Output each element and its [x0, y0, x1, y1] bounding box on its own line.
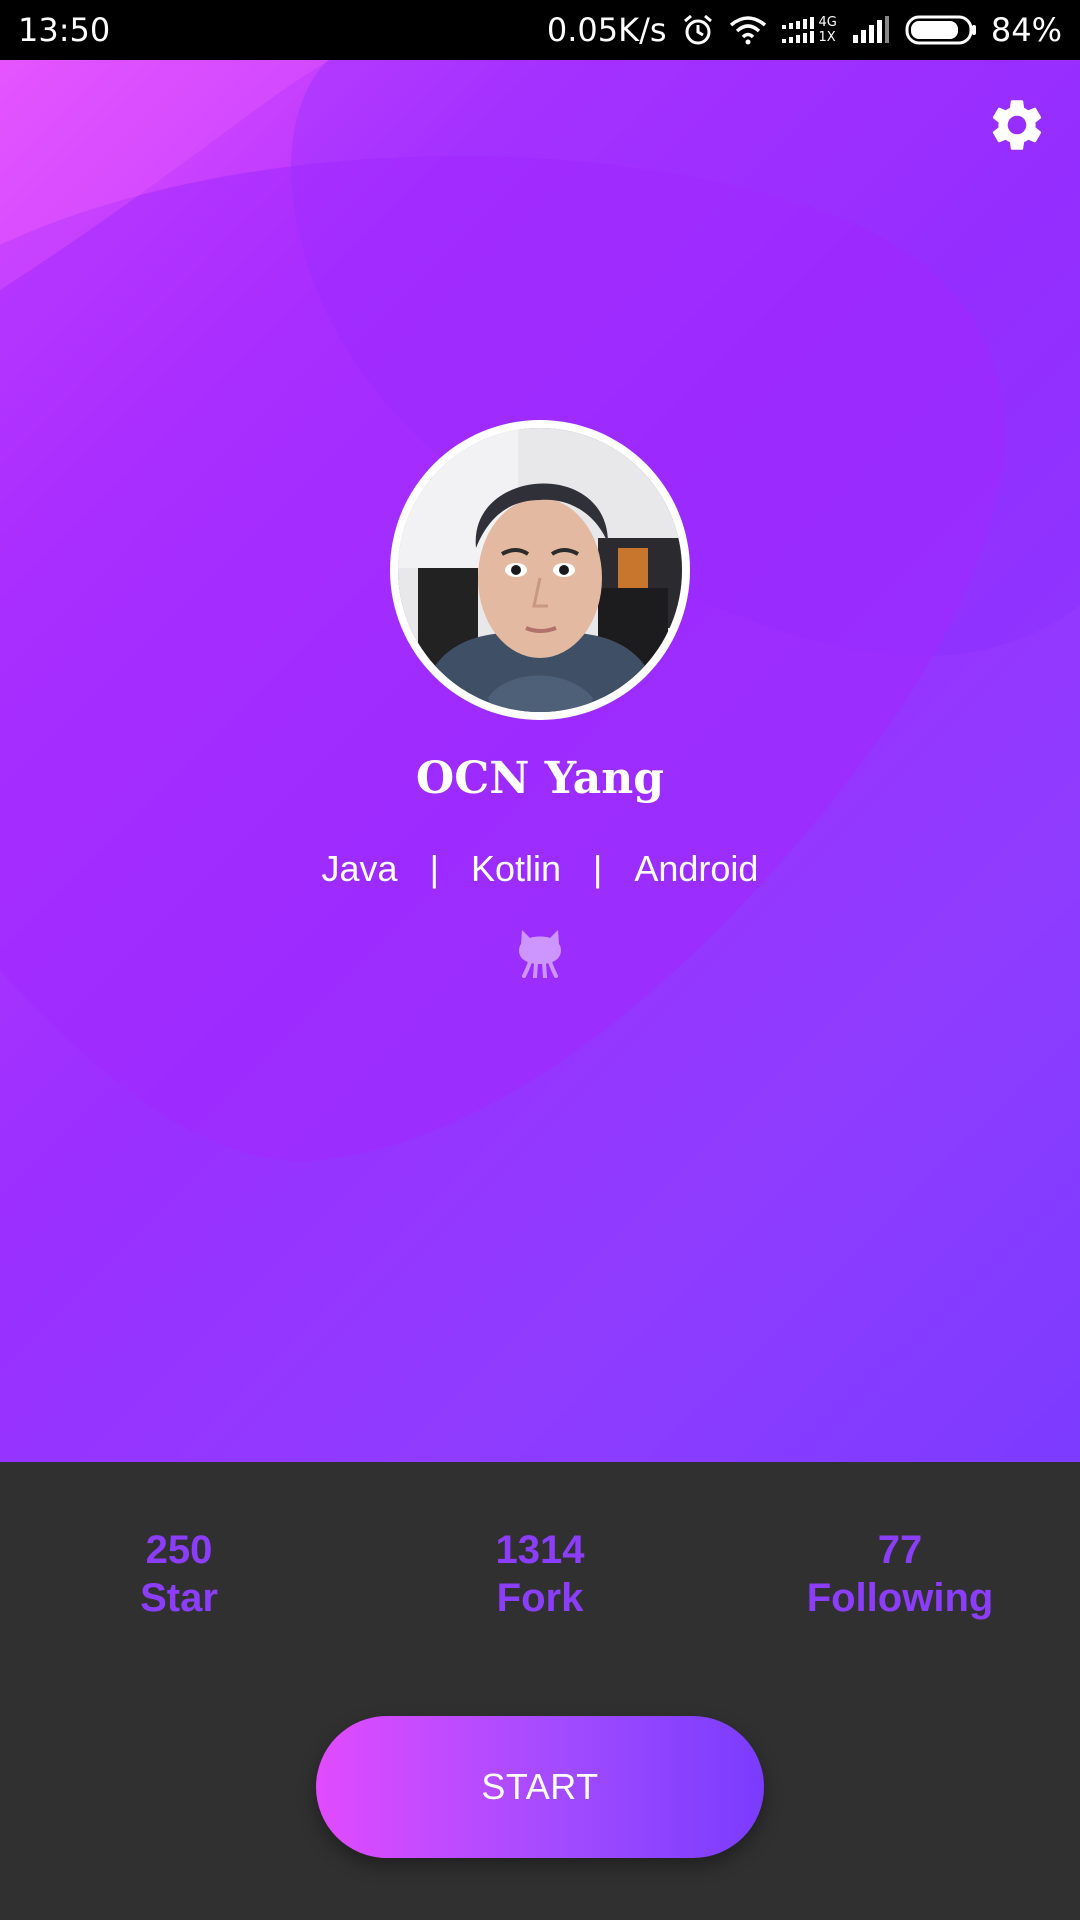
stats-row: 250 Star 1314 Fork 77 Following	[0, 1526, 1080, 1636]
tag-kotlin: Kotlin	[470, 848, 561, 889]
battery-percent: 84%	[990, 11, 1062, 49]
stat-label: Star	[140, 1576, 218, 1620]
avatar[interactable]	[398, 428, 682, 712]
avatar-photo	[398, 428, 682, 712]
tag-android: Android	[634, 848, 759, 889]
stat-value: 250	[145, 1528, 213, 1572]
network-speed: 0.05K/s	[546, 11, 667, 49]
start-button[interactable]: START	[316, 1716, 764, 1858]
avatar-ring	[390, 420, 690, 720]
tag-java: Java	[321, 848, 398, 889]
network-type-4g: 4G	[818, 15, 837, 30]
stat-following[interactable]: 77 Following	[770, 1526, 1030, 1622]
stat-value: 77	[877, 1528, 923, 1572]
settings-button[interactable]	[986, 94, 1048, 156]
status-bar: 13:50 0.05K/s 4G 1X 84%	[0, 0, 1080, 60]
stat-star[interactable]: 250 Star	[49, 1526, 309, 1622]
battery-icon	[905, 14, 977, 46]
network-type-1x: 1X	[818, 30, 836, 45]
cell-signal-icon	[851, 15, 891, 45]
stat-label: Fork	[496, 1576, 584, 1620]
wifi-icon	[729, 15, 767, 45]
github-icon[interactable]	[516, 922, 564, 979]
tag-separator: |	[593, 848, 603, 889]
stat-label: Following	[806, 1576, 994, 1620]
status-time: 13:50	[18, 11, 111, 49]
stat-fork[interactable]: 1314 Fork	[410, 1526, 670, 1622]
tag-separator: |	[429, 848, 439, 889]
data-signal-icon: 4G 1X	[781, 15, 837, 45]
alarm-icon	[681, 13, 715, 47]
gear-icon	[992, 100, 1042, 150]
stat-value: 1314	[495, 1528, 585, 1572]
profile-name: OCN Yang	[415, 753, 665, 804]
status-icons: 0.05K/s 4G 1X 84%	[547, 9, 1062, 51]
profile-tags: Java | Kotlin | Android	[0, 848, 1080, 890]
